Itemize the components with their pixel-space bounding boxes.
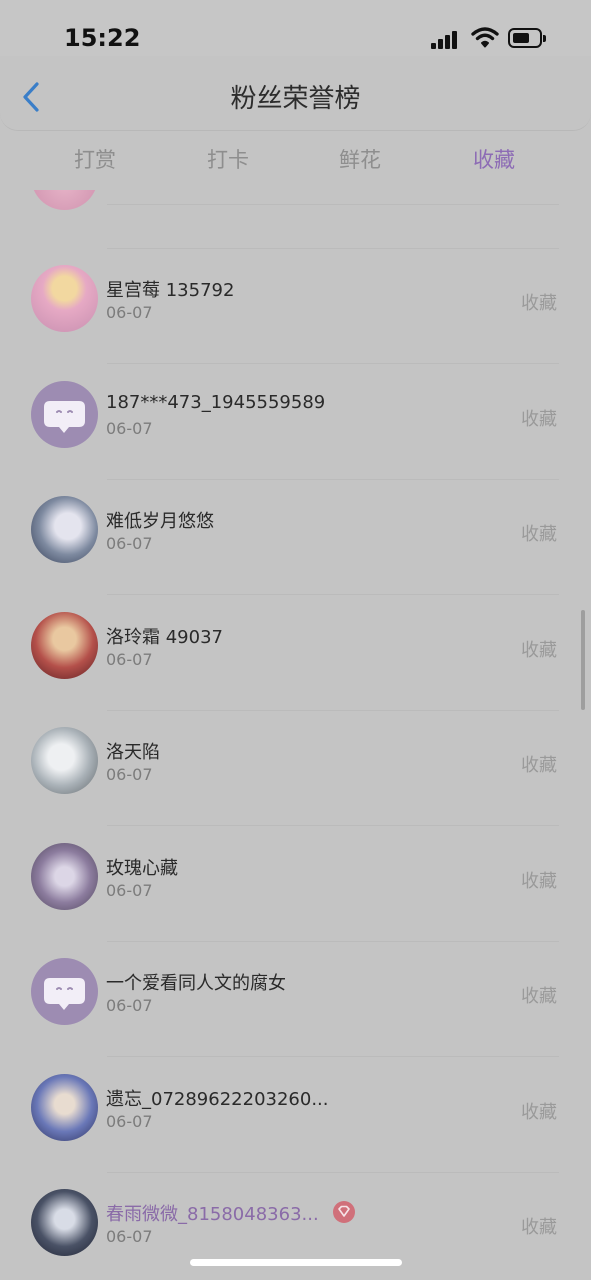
tab-checkin[interactable]: 打卡: [207, 144, 249, 174]
list-item[interactable]: 洛玲霜 49037 06-07 收藏: [0, 595, 591, 711]
avatar[interactable]: [31, 496, 98, 563]
date: 06-07: [106, 419, 153, 438]
scrollbar[interactable]: [581, 610, 585, 710]
favorite-label: 收藏: [521, 524, 557, 545]
avatar[interactable]: [31, 843, 98, 910]
favorite-label: 收藏: [521, 640, 557, 661]
date: 06-07: [106, 765, 153, 784]
favorite-label: 收藏: [521, 409, 557, 430]
favorite-label: 收藏: [521, 293, 557, 314]
date: 06-07: [106, 534, 153, 553]
fan-list: 星宫莓 135792 06-07 收藏 187***473_1945559589…: [0, 190, 591, 1280]
chat-bubble-icon[interactable]: [31, 958, 98, 1025]
avatar[interactable]: [31, 1189, 98, 1256]
user-name: 遗忘_07289622203260...: [106, 1089, 329, 1110]
home-indicator[interactable]: [190, 1259, 402, 1266]
divider: [107, 204, 559, 205]
date: 06-07: [106, 303, 153, 322]
date: 06-07: [106, 1112, 153, 1131]
chat-bubble-icon[interactable]: [31, 381, 98, 448]
tab-favorites[interactable]: 收藏: [473, 144, 515, 174]
signal-icon: [431, 29, 461, 49]
list-item[interactable]: 187***473_1945559589 06-07 收藏: [0, 364, 591, 480]
tab-bar: 打赏 打卡 鲜花 收藏: [0, 132, 591, 188]
page-title: 粉丝荣誉榜: [230, 84, 361, 114]
favorite-label: 收藏: [521, 1102, 557, 1123]
user-name: 一个爱看同人文的腐女: [106, 973, 286, 994]
date: 06-07: [106, 1227, 153, 1246]
status-bar: 15:22: [0, 0, 591, 56]
diamond-icon: [333, 1201, 355, 1223]
avatar[interactable]: [31, 612, 98, 679]
list-item[interactable]: 难低岁月悠悠 06-07 收藏: [0, 479, 591, 595]
avatar[interactable]: [31, 265, 98, 332]
user-name: 洛天陷: [106, 742, 160, 763]
tab-flowers[interactable]: 鲜花: [339, 144, 381, 174]
favorite-label: 收藏: [521, 986, 557, 1007]
user-name: 洛玲霜 49037: [106, 627, 223, 648]
favorite-label: 收藏: [521, 871, 557, 892]
avatar[interactable]: [31, 1074, 98, 1141]
favorite-label: 收藏: [521, 755, 557, 776]
user-name: 玫瑰心藏: [106, 858, 178, 879]
user-name: 星宫莓 135792: [106, 280, 235, 301]
user-name: 难低岁月悠悠: [106, 511, 214, 532]
avatar[interactable]: [31, 727, 98, 794]
user-name: 187***473_1945559589: [106, 392, 326, 413]
list-item[interactable]: 一个爱看同人文的腐女 06-07 收藏: [0, 941, 591, 1057]
tab-tips[interactable]: 打赏: [74, 144, 116, 174]
list-item[interactable]: 洛天陷 06-07 收藏: [0, 710, 591, 826]
date: 06-07: [106, 881, 153, 900]
list-item[interactable]: 玫瑰心藏 06-07 收藏: [0, 826, 591, 942]
date: 06-07: [106, 650, 153, 669]
date: 06-07: [106, 996, 153, 1015]
list-item[interactable]: 遗忘_07289622203260... 06-07 收藏: [0, 1057, 591, 1173]
status-time: 15:22: [64, 24, 141, 52]
wifi-icon: [471, 27, 499, 48]
battery-icon: [508, 28, 546, 48]
nav-bar: 粉丝荣誉榜: [0, 56, 591, 131]
user-name: 春雨微微_8158048363...: [106, 1204, 319, 1225]
list-item[interactable]: 星宫莓 135792 06-07 收藏: [0, 248, 591, 364]
favorite-label: 收藏: [521, 1217, 557, 1238]
avatar[interactable]: [31, 190, 98, 210]
